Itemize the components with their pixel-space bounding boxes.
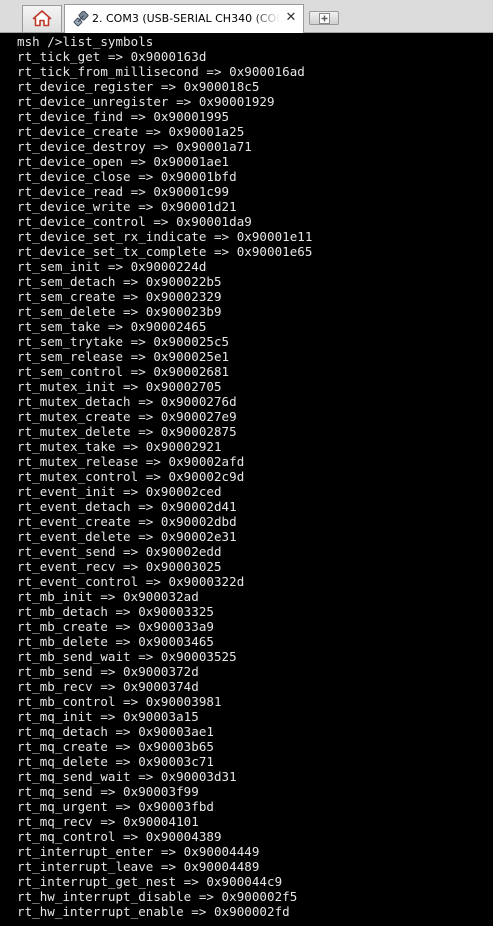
terminal-line: rt_device_create => 0x90001a25 — [17, 124, 245, 139]
terminal-line: rt_mq_send_wait => 0x90003d31 — [17, 769, 237, 784]
session-tab-com3[interactable]: 2. COM3 (USB-SERIAL CH340 (COM3)) ✕ — [64, 4, 304, 33]
close-icon[interactable]: ✕ — [284, 11, 298, 25]
terminal-line: rt_device_control => 0x90001da9 — [17, 214, 252, 229]
terminal-line: rt_sem_init => 0x9000224d — [17, 259, 207, 274]
terminal-line: rt_sem_trytake => 0x900025c5 — [17, 334, 230, 349]
terminal-line: rt_device_find => 0x90001995 — [17, 109, 230, 124]
terminal-line: rt_device_destroy => 0x90001a71 — [17, 139, 252, 154]
terminal-line: rt_mq_urgent => 0x90003fbd — [17, 799, 214, 814]
terminal-line: rt_hw_interrupt_enable => 0x900002fd — [17, 904, 290, 919]
terminal-line: rt_event_control => 0x9000322d — [17, 574, 245, 589]
terminal-line: rt_interrupt_leave => 0x90004489 — [17, 859, 260, 874]
terminal-line: rt_device_set_tx_complete => 0x90001e65 — [17, 244, 313, 259]
new-tab-icon — [319, 13, 330, 24]
terminal-line: rt_interrupt_enter => 0x90004449 — [17, 844, 260, 859]
terminal-line: rt_mutex_init => 0x90002705 — [17, 379, 222, 394]
tab-bar: 2. COM3 (USB-SERIAL CH340 (COM3)) ✕ — [0, 0, 493, 33]
terminal-line: rt_event_delete => 0x90002e31 — [17, 529, 237, 544]
terminal-line: rt_event_detach => 0x90002d41 — [17, 499, 237, 514]
terminal-line: rt_mutex_delete => 0x90002875 — [17, 424, 237, 439]
terminal-line: rt_mb_init => 0x900032ad — [17, 589, 199, 604]
plug-icon — [73, 11, 89, 27]
terminal-line: rt_mq_detach => 0x90003ae1 — [17, 724, 214, 739]
terminal-line: rt_device_read => 0x90001c99 — [17, 184, 230, 199]
terminal-line: rt_interrupt_get_nest => 0x900044c9 — [17, 874, 283, 889]
terminal-line: rt_event_send => 0x90002edd — [17, 544, 222, 559]
terminal-line: rt_mq_delete => 0x90003c71 — [17, 754, 214, 769]
terminal-line: rt_mq_control => 0x90004389 — [17, 829, 222, 844]
terminal-line: rt_mutex_control => 0x90002c9d — [17, 469, 245, 484]
terminal-line: rt_mb_send_wait => 0x90003525 — [17, 649, 237, 664]
terminal-line: rt_mb_send => 0x9000372d — [17, 664, 199, 679]
terminal-line: rt_mq_recv => 0x90004101 — [17, 814, 199, 829]
tab-title: 2. COM3 (USB-SERIAL CH340 (COM3)) — [92, 12, 280, 25]
terminal-line: rt_mutex_take => 0x90002921 — [17, 439, 222, 454]
terminal-line: rt_mq_init => 0x90003a15 — [17, 709, 199, 724]
terminal-line: rt_mb_delete => 0x90003465 — [17, 634, 214, 649]
terminal-line: rt_sem_create => 0x90002329 — [17, 289, 222, 304]
terminal-line: rt_event_create => 0x90002dbd — [17, 514, 237, 529]
home-tab[interactable] — [22, 5, 62, 32]
terminal-line: rt_event_init => 0x90002ced — [17, 484, 222, 499]
terminal-line: rt_event_recv => 0x90003025 — [17, 559, 222, 574]
terminal-line: rt_mutex_detach => 0x9000276d — [17, 394, 237, 409]
terminal-line: rt_sem_detach => 0x900022b5 — [17, 274, 222, 289]
terminal-line: rt_device_unregister => 0x90001929 — [17, 94, 275, 109]
new-tab-button[interactable] — [309, 11, 339, 25]
terminal-line: rt_sem_control => 0x90002681 — [17, 364, 230, 379]
terminal-line: rt_device_close => 0x90001bfd — [17, 169, 237, 184]
terminal-lines: msh />list_symbols rt_tick_get => 0x90001… — [17, 34, 312, 919]
terminal-line: rt_device_set_rx_indicate => 0x90001e11 — [17, 229, 313, 244]
terminal-line: rt_sem_delete => 0x900023b9 — [17, 304, 222, 319]
home-icon — [32, 10, 52, 27]
terminal-line: rt_mutex_create => 0x900027e9 — [17, 409, 237, 424]
terminal-line: rt_hw_interrupt_disable => 0x900002f5 — [17, 889, 298, 904]
terminal-line: rt_sem_take => 0x90002465 — [17, 319, 207, 334]
terminal-output[interactable]: msh />list_symbols rt_tick_get => 0x90001… — [0, 34, 493, 926]
terminal-line: rt_mq_send => 0x90003f99 — [17, 784, 199, 799]
terminal-line: rt_mb_detach => 0x90003325 — [17, 604, 214, 619]
terminal-line: rt_mb_create => 0x900033a9 — [17, 619, 214, 634]
terminal-line: rt_device_register => 0x900018c5 — [17, 79, 260, 94]
terminal-line: rt_mb_control => 0x90003981 — [17, 694, 222, 709]
terminal-line: rt_tick_from_millisecond => 0x900016ad — [17, 64, 305, 79]
terminal-line: rt_mb_recv => 0x9000374d — [17, 679, 199, 694]
terminal-line: rt_device_write => 0x90001d21 — [17, 199, 237, 214]
terminal-command-line: msh />list_symbols — [17, 34, 154, 49]
terminal-line: rt_mutex_release => 0x90002afd — [17, 454, 245, 469]
terminal-line: rt_mq_create => 0x90003b65 — [17, 739, 214, 754]
terminal-line: rt_tick_get => 0x9000163d — [17, 49, 207, 64]
terminal-line: rt_sem_release => 0x900025e1 — [17, 349, 230, 364]
terminal-line: rt_device_open => 0x90001ae1 — [17, 154, 230, 169]
